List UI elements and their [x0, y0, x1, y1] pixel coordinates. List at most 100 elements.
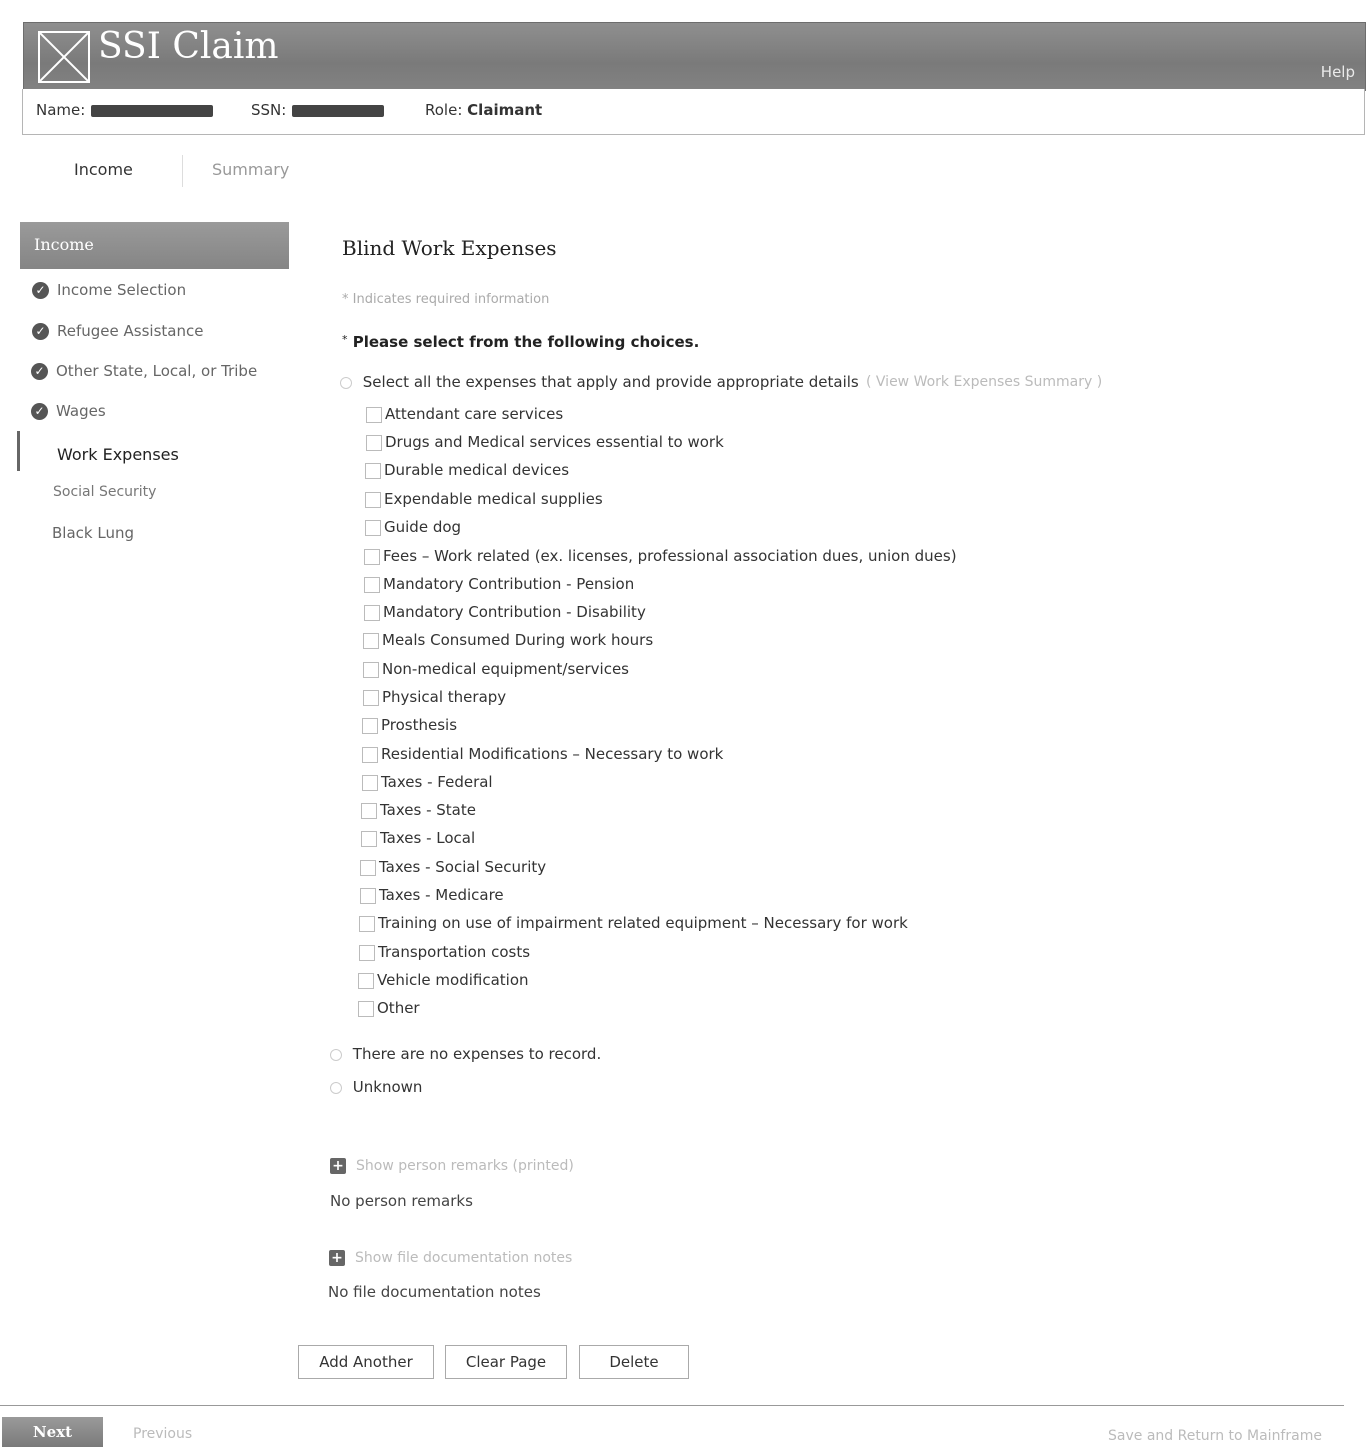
expense-checkbox-row[interactable]: Taxes - Federal	[362, 773, 493, 791]
expense-checkbox-row[interactable]: Durable medical devices	[365, 461, 569, 479]
expense-label: Meals Consumed During work hours	[382, 631, 654, 649]
expense-checkbox-row[interactable]: Mandatory Contribution - Disability	[364, 603, 646, 621]
expense-label: Taxes - Medicare	[379, 886, 504, 904]
name-label: Name:	[36, 101, 86, 119]
file-notes-link[interactable]: Show file documentation notes	[355, 1250, 572, 1266]
clear-page-button[interactable]: Clear Page	[445, 1345, 567, 1379]
radio-no-expenses[interactable]	[330, 1048, 342, 1061]
checkbox[interactable]	[366, 434, 382, 451]
expense-checkbox-row[interactable]: Fees – Work related (ex. licenses, profe…	[364, 547, 957, 565]
sidebar-item-label: Income Selection	[57, 281, 187, 299]
help-link[interactable]: Help	[1321, 63, 1355, 81]
expense-label: Expendable medical supplies	[384, 490, 603, 508]
expense-checkbox-row[interactable]: Expendable medical supplies	[365, 490, 603, 508]
checkbox[interactable]	[359, 944, 375, 961]
checkbox[interactable]	[365, 519, 381, 536]
check-circle-icon: ✓	[32, 282, 49, 299]
tab-summary[interactable]: Summary	[212, 160, 289, 179]
checkbox[interactable]	[360, 859, 376, 876]
radio-unknown[interactable]	[330, 1081, 342, 1094]
expense-checkbox-row[interactable]: Vehicle modification	[358, 971, 529, 989]
expense-checkbox-row[interactable]: Taxes - Local	[361, 829, 475, 847]
option-select-expenses[interactable]: Select all the expenses that apply and p…	[340, 373, 859, 391]
expense-checkbox-row[interactable]: Transportation costs	[359, 943, 530, 961]
next-button[interactable]: Next	[2, 1417, 103, 1447]
checkbox[interactable]	[364, 604, 380, 621]
expense-label: Other	[377, 999, 420, 1017]
logo-placeholder-icon	[38, 31, 90, 83]
expense-checkbox-row[interactable]: Mandatory Contribution - Pension	[364, 575, 634, 593]
role-label: Role:	[425, 101, 463, 119]
person-remarks-text: No person remarks	[330, 1192, 473, 1210]
file-notes-toggle[interactable]: + Show file documentation notes	[329, 1247, 572, 1266]
sidebar-item-social-security[interactable]: Social Security	[53, 484, 156, 500]
option-unknown[interactable]: Unknown	[330, 1078, 422, 1096]
question-prompt: * Please select from the following choic…	[342, 333, 700, 351]
checkbox[interactable]	[362, 717, 378, 734]
expense-checkbox-row[interactable]: Taxes - State	[361, 801, 476, 819]
previous-link[interactable]: Previous	[133, 1426, 192, 1442]
checkbox[interactable]	[361, 802, 377, 819]
sidebar-item-other-state-local-tribe[interactable]: ✓ Other State, Local, or Tribe	[31, 362, 257, 380]
expense-checkbox-row[interactable]: Non-medical equipment/services	[363, 660, 629, 678]
sidebar-item-work-expenses[interactable]: Work Expenses	[57, 445, 179, 464]
expense-label: Prosthesis	[381, 716, 458, 734]
expense-label: Physical therapy	[382, 688, 507, 706]
person-remarks-toggle[interactable]: + Show person remarks (printed)	[330, 1155, 574, 1174]
option-select-expenses-label: Select all the expenses that apply and p…	[362, 373, 859, 391]
expense-checkbox-row[interactable]: Prosthesis	[362, 716, 457, 734]
expense-checkbox-row[interactable]: Taxes - Medicare	[360, 886, 504, 904]
expense-label: Drugs and Medical services essential to …	[385, 433, 724, 451]
expense-checkbox-row[interactable]: Meals Consumed During work hours	[363, 631, 653, 649]
checkbox[interactable]	[362, 746, 378, 763]
expense-label: Fees – Work related (ex. licenses, profe…	[383, 547, 957, 565]
sidebar-item-black-lung[interactable]: Black Lung	[52, 524, 134, 542]
checkbox[interactable]	[363, 689, 379, 706]
role-value: Claimant	[467, 101, 543, 119]
checkbox[interactable]	[359, 915, 375, 932]
checkbox[interactable]	[358, 1000, 374, 1017]
sidebar-item-refugee-assistance[interactable]: ✓ Refugee Assistance	[32, 322, 203, 340]
expense-label: Taxes - Social Security	[379, 858, 547, 876]
expense-checkbox-row[interactable]: Taxes - Social Security	[360, 858, 546, 876]
sidebar-item-income-selection[interactable]: ✓ Income Selection	[32, 281, 186, 299]
expense-checkbox-row[interactable]: Residential Modifications – Necessary to…	[362, 745, 723, 763]
expand-plus-icon[interactable]: +	[330, 1157, 346, 1174]
check-circle-icon: ✓	[31, 363, 48, 380]
sidebar-active-indicator	[17, 431, 20, 471]
add-another-button[interactable]: Add Another	[298, 1345, 434, 1379]
checkbox[interactable]	[360, 887, 376, 904]
delete-button[interactable]: Delete	[579, 1345, 689, 1379]
expense-label: Vehicle modification	[377, 971, 529, 989]
question-prompt-text: Please select from the following choices…	[352, 333, 700, 351]
app-header: SSI Claim Help	[23, 22, 1366, 91]
checkbox[interactable]	[362, 774, 378, 791]
person-remarks-link[interactable]: Show person remarks (printed)	[356, 1158, 574, 1174]
name-redacted	[91, 104, 214, 117]
checkbox[interactable]	[363, 632, 379, 649]
expense-checkbox-row[interactable]: Guide dog	[365, 518, 461, 536]
sidebar-item-wages[interactable]: ✓ Wages	[31, 402, 106, 420]
view-work-expenses-summary-link[interactable]: ( View Work Expenses Summary )	[866, 374, 1102, 390]
option-no-expenses[interactable]: There are no expenses to record.	[330, 1045, 601, 1063]
expense-label: Guide dog	[384, 518, 462, 536]
expand-plus-icon[interactable]: +	[329, 1249, 345, 1266]
expense-checkbox-row[interactable]: Training on use of impairment related eq…	[359, 914, 908, 932]
checkbox[interactable]	[358, 972, 374, 989]
file-notes-text: No file documentation notes	[328, 1283, 541, 1301]
checkbox[interactable]	[361, 830, 377, 847]
expense-label: Residential Modifications – Necessary to…	[381, 745, 724, 763]
save-and-return-link[interactable]: Save and Return to Mainframe	[1108, 1428, 1322, 1444]
checkbox[interactable]	[365, 462, 381, 479]
checkbox[interactable]	[363, 661, 379, 678]
checkbox[interactable]	[365, 491, 381, 508]
checkbox[interactable]	[366, 406, 382, 423]
radio-select-expenses[interactable]	[340, 376, 352, 389]
tab-income[interactable]: Income	[74, 160, 133, 179]
expense-checkbox-row[interactable]: Attendant care services	[366, 405, 563, 423]
checkbox[interactable]	[364, 548, 380, 565]
expense-checkbox-row[interactable]: Other	[358, 999, 420, 1017]
expense-checkbox-row[interactable]: Drugs and Medical services essential to …	[366, 433, 724, 451]
checkbox[interactable]	[364, 576, 380, 593]
expense-checkbox-row[interactable]: Physical therapy	[363, 688, 506, 706]
